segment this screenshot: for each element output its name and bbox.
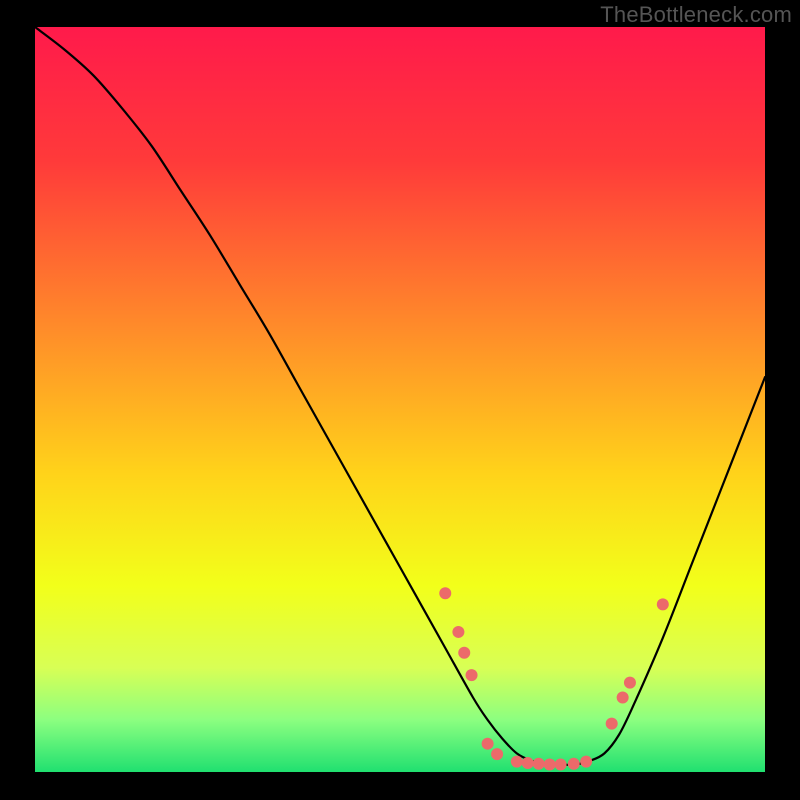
curve-marker bbox=[452, 626, 464, 638]
curve-marker bbox=[544, 759, 556, 771]
curve-marker bbox=[617, 692, 629, 704]
curve-marker bbox=[482, 738, 494, 750]
curve-marker bbox=[657, 598, 669, 610]
curve-marker bbox=[533, 758, 545, 770]
curve-marker bbox=[466, 669, 478, 681]
curve-marker bbox=[458, 647, 470, 659]
curve-marker bbox=[522, 757, 534, 769]
chart-frame: TheBottleneck.com bbox=[0, 0, 800, 800]
curve-marker bbox=[624, 677, 636, 689]
attribution-label: TheBottleneck.com bbox=[600, 2, 792, 28]
curve-marker bbox=[555, 759, 567, 771]
bottleneck-chart bbox=[35, 27, 765, 772]
curve-marker bbox=[568, 758, 580, 770]
plot-area bbox=[35, 27, 765, 772]
curve-marker bbox=[491, 748, 503, 760]
curve-marker bbox=[439, 587, 451, 599]
gradient-background bbox=[35, 27, 765, 772]
curve-marker bbox=[580, 756, 592, 768]
curve-marker bbox=[606, 718, 618, 730]
curve-marker bbox=[511, 756, 523, 768]
